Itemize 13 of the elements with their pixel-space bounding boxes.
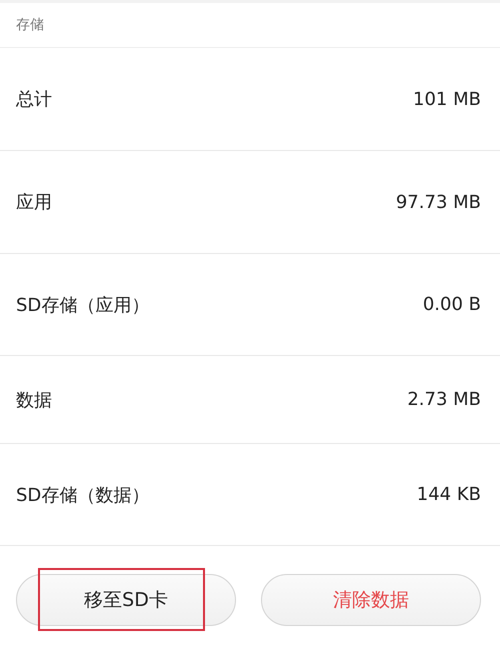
row-value: 97.73 MB bbox=[396, 192, 481, 212]
row-value: 144 KB bbox=[416, 484, 481, 505]
row-label: SD存储（应用） bbox=[16, 294, 150, 316]
row-value: 101 MB bbox=[413, 88, 481, 110]
row-label: SD存储（数据） bbox=[16, 484, 150, 506]
row-label: 应用 bbox=[16, 191, 52, 214]
action-button[interactable]: 清除数据 bbox=[261, 574, 481, 626]
row-label: 总计 bbox=[16, 88, 52, 111]
row-value: 0.00 B bbox=[422, 294, 481, 315]
row-label: 数据 bbox=[16, 388, 52, 412]
section-title: 存储 bbox=[16, 16, 44, 34]
row-value: 2.73 MB bbox=[407, 389, 481, 410]
action-button[interactable]: 移至SD卡 bbox=[16, 574, 236, 626]
